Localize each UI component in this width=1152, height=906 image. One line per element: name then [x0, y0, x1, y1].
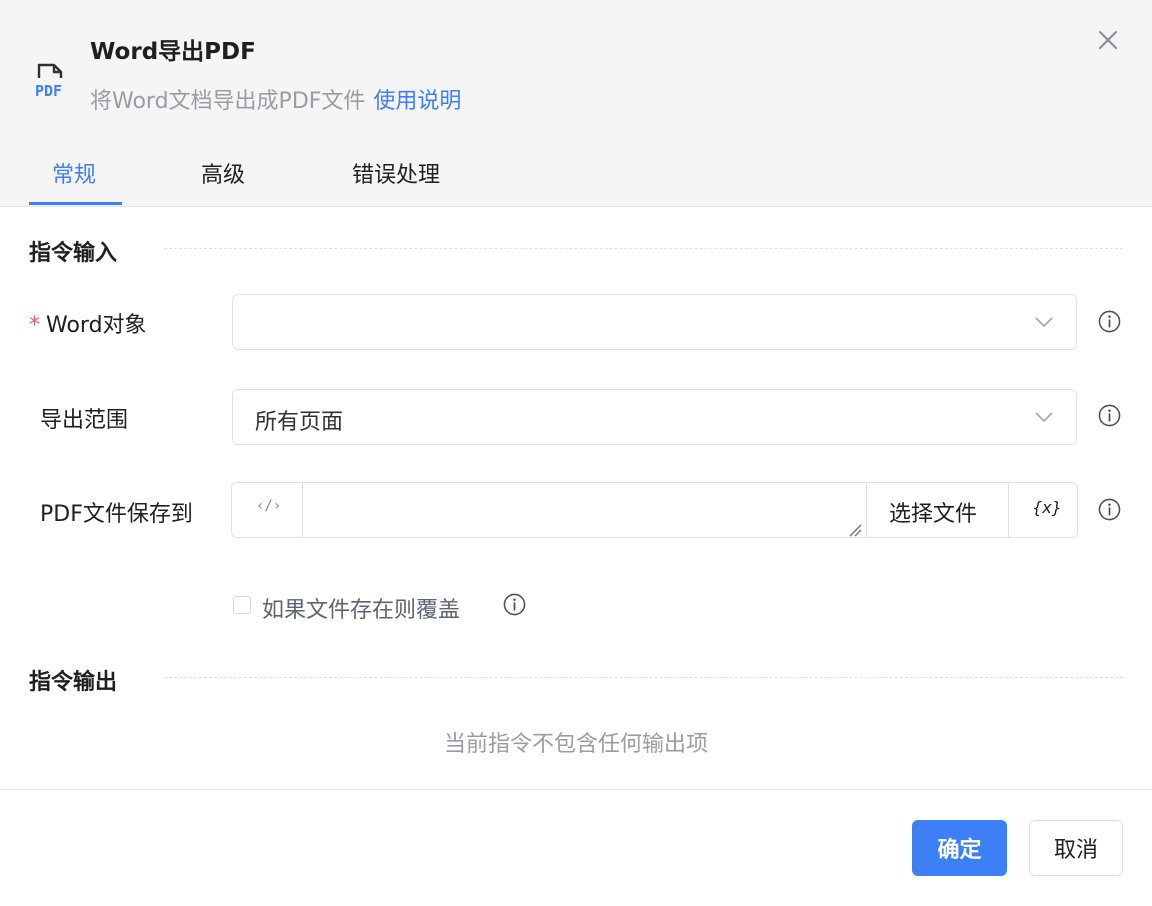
info-icon[interactable]: [1098, 310, 1121, 333]
active-tab-indicator: [29, 202, 122, 205]
export-range-label: 导出范围: [40, 408, 129, 433]
info-icon[interactable]: [1098, 498, 1121, 521]
empty-output-text: 当前指令不包含任何输出项: [443, 732, 708, 757]
choose-file-button[interactable]: 选择文件: [866, 483, 1008, 537]
section-divider: [164, 677, 1123, 678]
resize-handle-icon[interactable]: [848, 523, 862, 537]
dialog-header: PDF Word导出PDF 将Word文档导出成PDF文件 使用说明 常规 高级 …: [0, 0, 1152, 207]
save-path-field: ‹/› 选择文件 {x}: [231, 482, 1078, 538]
word-object-select[interactable]: [232, 294, 1077, 350]
subtitle-text: 将Word文档导出成PDF文件: [90, 89, 366, 114]
code-icon: ‹/›: [256, 498, 282, 514]
pdf-file-icon: PDF: [35, 63, 63, 100]
chevron-down-icon: [1035, 412, 1053, 423]
help-link[interactable]: 使用说明: [373, 89, 461, 114]
tab-advanced[interactable]: 高级: [201, 157, 245, 189]
save-path-input[interactable]: [303, 483, 865, 537]
dialog-subtitle: 将Word文档导出成PDF文件 使用说明: [90, 83, 461, 115]
dialog-title: Word导出PDF: [90, 39, 256, 65]
section-divider: [164, 248, 1123, 249]
tab-error-handling[interactable]: 错误处理: [352, 157, 440, 189]
pdf-icon-text: PDF: [35, 82, 62, 100]
confirm-button[interactable]: 确定: [912, 820, 1007, 876]
chevron-down-icon: [1035, 317, 1053, 328]
output-section-title: 指令输出: [29, 670, 118, 695]
cancel-button[interactable]: 取消: [1029, 820, 1123, 876]
info-icon[interactable]: [503, 593, 526, 616]
close-icon[interactable]: [1094, 26, 1122, 54]
overwrite-label[interactable]: 如果文件存在则覆盖: [262, 592, 460, 624]
expression-mode-button[interactable]: ‹/›: [232, 483, 303, 537]
tab-general[interactable]: 常规: [52, 157, 96, 189]
overwrite-checkbox[interactable]: [233, 596, 251, 614]
variable-icon: {x}: [1032, 498, 1062, 517]
save-path-label: PDF文件保存到: [40, 502, 193, 527]
choose-file-label: 选择文件: [889, 502, 978, 527]
required-mark: *: [29, 313, 40, 338]
word-object-label: * Word对象: [29, 307, 147, 339]
footer-divider: [0, 789, 1152, 790]
word-object-label-text: Word对象: [46, 313, 147, 338]
export-range-value: 所有页面: [255, 410, 344, 435]
insert-variable-button[interactable]: {x}: [1008, 483, 1077, 537]
input-section-title: 指令输入: [29, 241, 118, 266]
info-icon[interactable]: [1098, 404, 1121, 427]
export-range-select[interactable]: 所有页面: [232, 389, 1077, 445]
